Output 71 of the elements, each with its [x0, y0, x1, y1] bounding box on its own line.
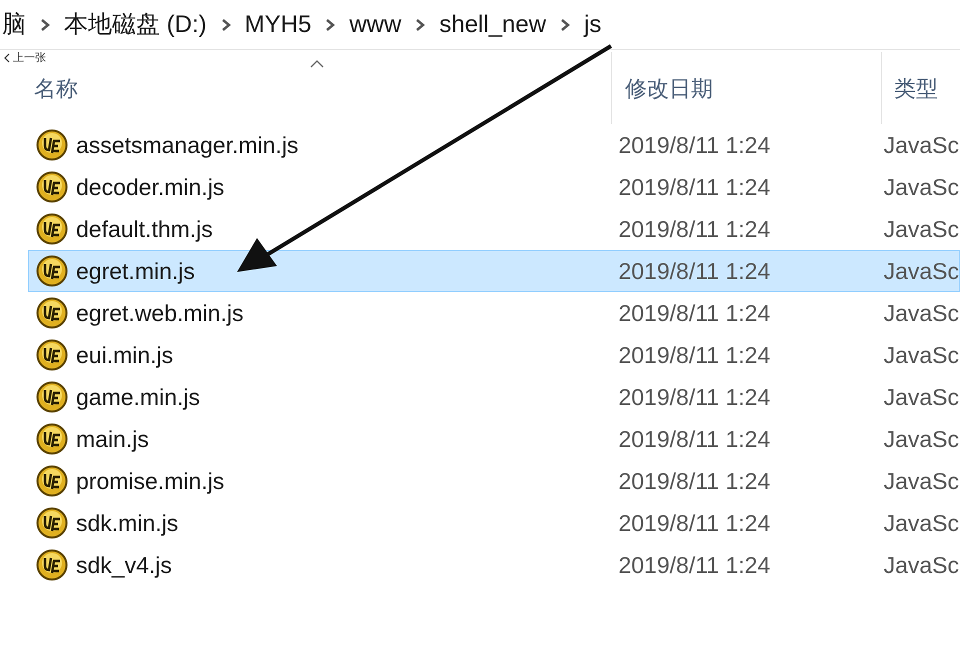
file-icon — [36, 339, 68, 371]
file-type: JavaSc — [882, 424, 959, 454]
modified-date: 2019/8/11 1:24 — [617, 340, 772, 370]
modified-date: 2019/8/11 1:24 — [617, 256, 772, 286]
modified-date: 2019/8/11 1:24 — [617, 172, 772, 202]
file-row[interactable]: assetsmanager.min.js 2019/8/11 1:24 JavaSc — [28, 124, 960, 166]
file-row[interactable]: sdk.min.js 2019/8/11 1:24 JavaSc — [28, 502, 960, 544]
file-row[interactable]: main.js 2019/8/11 1:24 JavaSc — [28, 418, 960, 460]
file-row[interactable]: default.thm.js 2019/8/11 1:24 JavaSc — [28, 208, 960, 250]
file-name: assetsmanager.min.js — [76, 130, 298, 160]
file-icon — [36, 549, 68, 581]
file-name: main.js — [76, 424, 149, 454]
file-name: promise.min.js — [76, 466, 224, 496]
chevron-icon — [325, 18, 336, 32]
modified-date: 2019/8/11 1:24 — [617, 466, 772, 496]
chevron-icon — [415, 18, 426, 32]
previous-button[interactable]: 上一张 — [4, 50, 46, 66]
file-type: JavaSc — [882, 550, 959, 580]
modified-date: 2019/8/11 1:24 — [617, 130, 772, 160]
file-row[interactable]: egret.web.min.js 2019/8/11 1:24 JavaSc — [28, 292, 960, 334]
chevron-icon — [220, 18, 231, 32]
file-type: JavaSc — [882, 172, 959, 202]
file-name: decoder.min.js — [76, 172, 224, 202]
file-name: eui.min.js — [76, 340, 174, 370]
file-type: JavaSc — [882, 508, 959, 538]
file-type: JavaSc — [882, 256, 959, 286]
file-icon — [36, 297, 68, 329]
file-type: JavaSc — [882, 382, 959, 412]
file-icon — [36, 465, 68, 497]
file-icon — [36, 213, 68, 245]
chevron-icon — [560, 18, 570, 32]
modified-date: 2019/8/11 1:24 — [617, 214, 772, 244]
column-header[interactable]: 类型 — [894, 72, 938, 104]
column-header[interactable]: 修改日期 — [625, 72, 713, 104]
file-name: sdk.min.js — [76, 508, 178, 538]
file-name: game.min.js — [76, 382, 200, 412]
modified-date: 2019/8/11 1:24 — [617, 508, 772, 538]
file-row[interactable]: decoder.min.js 2019/8/11 1:24 JavaSc — [28, 166, 960, 208]
file-type: JavaSc — [882, 298, 959, 328]
file-row[interactable]: promise.min.js 2019/8/11 1:24 JavaSc — [28, 460, 960, 502]
breadcrumb-item[interactable]: www — [349, 6, 402, 42]
modified-date: 2019/8/11 1:24 — [617, 424, 772, 454]
breadcrumb-item[interactable]: MYH5 — [244, 6, 312, 42]
modified-date: 2019/8/11 1:24 — [617, 298, 772, 328]
file-icon — [36, 129, 68, 161]
file-type: JavaSc — [882, 130, 959, 160]
file-row[interactable]: eui.min.js 2019/8/11 1:24 JavaSc — [28, 334, 960, 376]
file-icon — [36, 255, 68, 287]
column-header[interactable]: 名称 — [34, 72, 78, 104]
file-icon — [36, 423, 68, 455]
file-type: JavaSc — [882, 214, 959, 244]
file-name: sdk_v4.js — [76, 550, 172, 580]
file-icon — [36, 381, 68, 413]
breadcrumb-item[interactable]: 本地磁盘 (D:) — [64, 6, 207, 42]
file-type: JavaSc — [882, 466, 959, 496]
file-row[interactable]: egret.min.js 2019/8/11 1:24 JavaSc — [28, 250, 960, 292]
file-icon — [36, 171, 68, 203]
breadcrumb-item[interactable]: shell_new — [439, 6, 546, 42]
file-row[interactable]: game.min.js 2019/8/11 1:24 JavaSc — [28, 376, 960, 418]
file-name: egret.web.min.js — [76, 298, 244, 328]
chevron-left-icon — [4, 53, 10, 64]
chevron-icon — [40, 18, 50, 32]
file-name: default.thm.js — [76, 214, 213, 244]
file-type: JavaSc — [882, 340, 959, 370]
modified-date: 2019/8/11 1:24 — [617, 550, 772, 580]
file-name: egret.min.js — [76, 256, 195, 286]
file-icon — [36, 507, 68, 539]
modified-date: 2019/8/11 1:24 — [617, 382, 772, 412]
breadcrumb-item[interactable]: 脑 — [2, 6, 26, 42]
file-row[interactable]: sdk_v4.js 2019/8/11 1:24 JavaSc — [28, 544, 960, 586]
breadcrumb-item[interactable]: js — [584, 6, 602, 42]
